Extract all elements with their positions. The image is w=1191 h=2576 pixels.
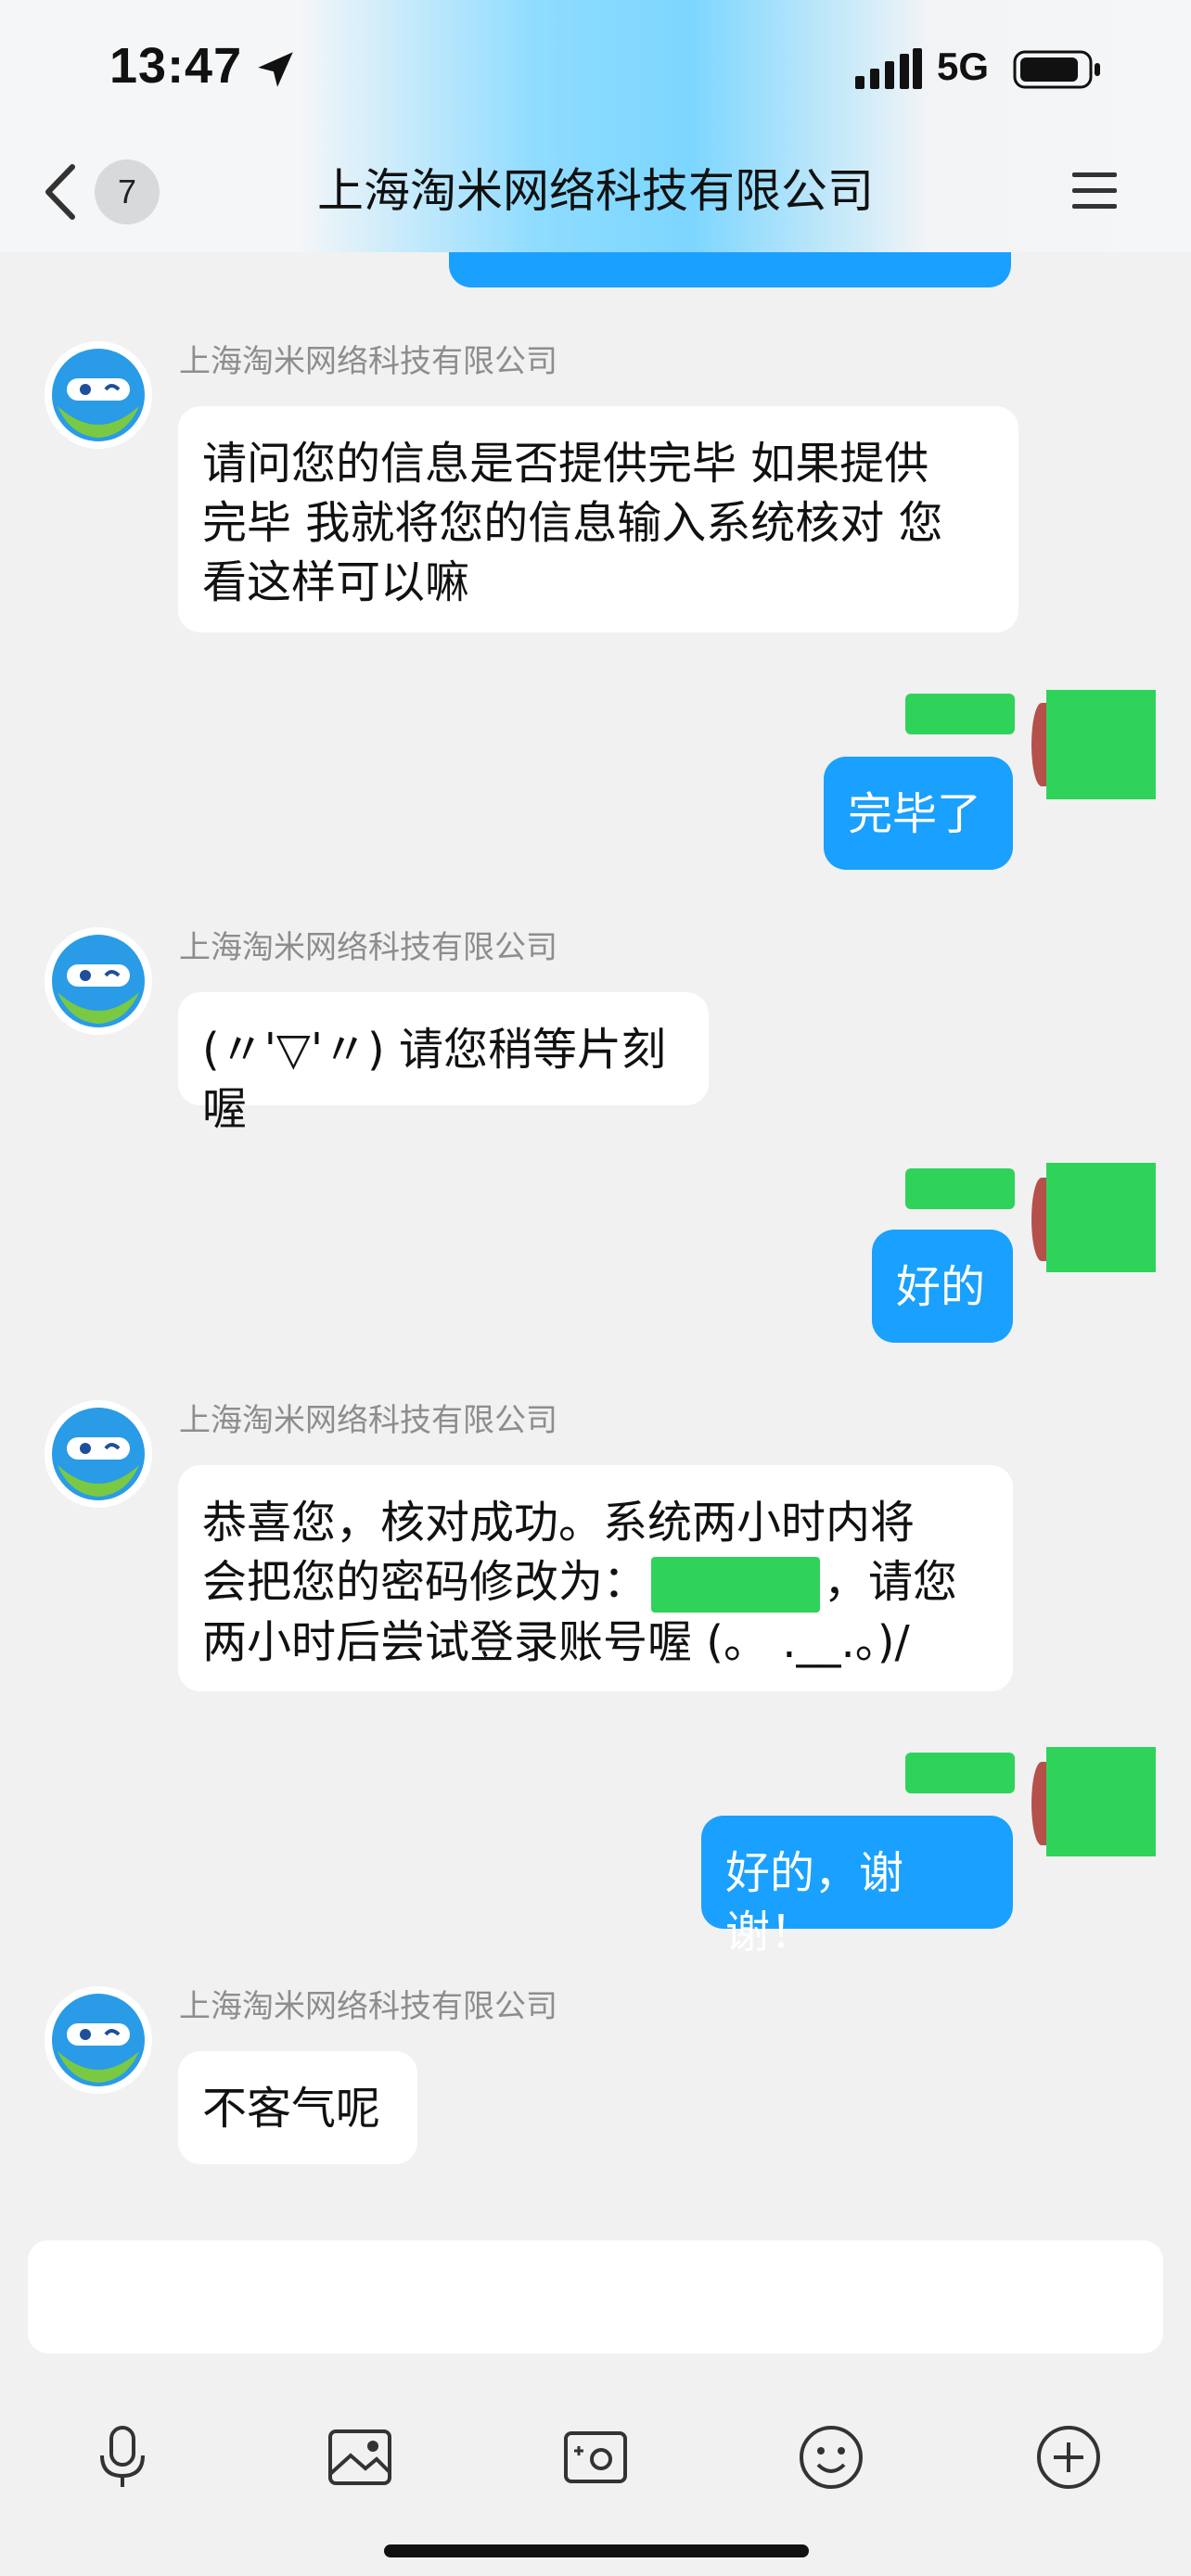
- incoming-message[interactable]: 恭喜您，核对成功。系统两小时内将 会把您的密码修改为： ，请您 两小时后尝试登录账…: [178, 1465, 1013, 1691]
- message-line: 两小时后尝试登录账号喔 (。 .__.。)/: [202, 1616, 910, 1668]
- incoming-message[interactable]: 请问您的信息是否提供完毕 如果提供 完毕 我就将您的信息输入系统核对 您 看这样…: [178, 406, 1018, 632]
- battery-icon: [1013, 50, 1100, 89]
- home-indicator: [384, 2544, 809, 2557]
- sender-name: 上海淘米网络科技有限公司: [179, 1402, 557, 1439]
- microphone-icon[interactable]: [87, 2422, 158, 2493]
- incoming-message[interactable]: (〃'▽'〃) 请您稍等片刻喔: [178, 992, 709, 1135]
- redacted-user-avatar[interactable]: [1046, 690, 1156, 799]
- menu-icon[interactable]: [1070, 167, 1119, 215]
- redacted-sender-name: [905, 694, 1015, 734]
- redacted-user-avatar[interactable]: [1046, 1747, 1156, 1856]
- redacted-password: [651, 1557, 821, 1613]
- emoji-icon[interactable]: [796, 2422, 866, 2493]
- bot-avatar[interactable]: [45, 341, 152, 449]
- outgoing-message[interactable]: 好的: [872, 1230, 1013, 1343]
- message-line: 完毕 我就将您的信息输入系统核对 您: [202, 497, 943, 549]
- plus-icon[interactable]: [1033, 2422, 1104, 2493]
- location-arrow-icon: [258, 52, 293, 87]
- sender-name: 上海淘米网络科技有限公司: [179, 1988, 557, 2025]
- network-type: 5G: [937, 45, 990, 88]
- bot-avatar[interactable]: [45, 1986, 152, 2094]
- image-icon[interactable]: [325, 2422, 395, 2493]
- previous-message-bubble: [449, 252, 1011, 287]
- sender-name: 上海淘米网络科技有限公司: [179, 343, 557, 380]
- bot-avatar[interactable]: [45, 1400, 152, 1508]
- message-line: 看这样可以嘛: [202, 556, 470, 608]
- top-bar: 13:47 5G 7 上海淘米网络科技有限公司: [0, 0, 1191, 252]
- composer-bar: [0, 2216, 1191, 2576]
- message-text: ，请您: [824, 1556, 958, 1608]
- redacted-user-avatar[interactable]: [1046, 1163, 1156, 1272]
- camera-icon[interactable]: [560, 2422, 631, 2493]
- back-chevron-icon[interactable]: [37, 159, 83, 224]
- redacted-sender-name: [905, 1168, 1015, 1209]
- unread-count-badge[interactable]: 7: [95, 159, 160, 224]
- message-line: 会把您的密码修改为： ，请您: [202, 1552, 989, 1613]
- message-line: 请问您的信息是否提供完毕 如果提供: [202, 438, 929, 490]
- message-line: 恭喜您，核对成功。系统两小时内将: [202, 1497, 916, 1549]
- bot-avatar[interactable]: [45, 927, 152, 1035]
- sender-name: 上海淘米网络科技有限公司: [179, 929, 557, 966]
- message-list[interactable]: 上海淘米网络科技有限公司 请问您的信息是否提供完毕 如果提供 完毕 我就将您的信…: [0, 252, 1191, 2216]
- redacted-sender-name: [905, 1753, 1015, 1793]
- signal-strength-icon: [855, 48, 922, 89]
- outgoing-message[interactable]: 好的，谢谢！: [701, 1816, 1013, 1958]
- message-text: 会把您的密码修改为：: [202, 1556, 648, 1608]
- incoming-message[interactable]: 不客气呢: [178, 2051, 417, 2164]
- message-input[interactable]: [28, 2240, 1163, 2353]
- status-time: 13:47: [109, 38, 243, 94]
- chat-title: 上海淘米网络科技有限公司: [317, 164, 874, 218]
- outgoing-message[interactable]: 完毕了: [824, 757, 1013, 870]
